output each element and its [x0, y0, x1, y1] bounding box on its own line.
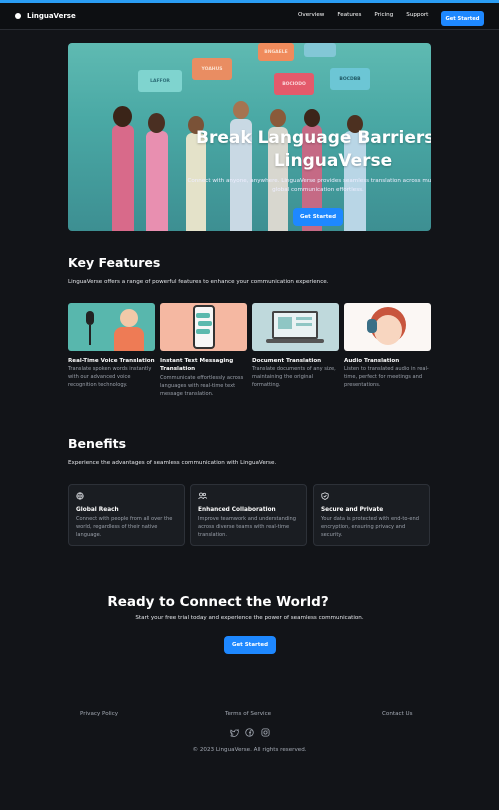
feature-title: Real-Time Voice Translation — [68, 358, 155, 364]
hero-person-head — [148, 113, 165, 133]
benefit-title: Global Reach — [76, 507, 119, 513]
benefit-desc: Your data is protected with end-to-end e… — [321, 516, 420, 538]
hero-bubble: BOCDBB — [330, 68, 370, 90]
headphones-icon — [367, 319, 377, 333]
benefit-title: Secure and Private — [321, 507, 384, 513]
hero-person-head — [304, 109, 320, 127]
feature-desc: Translate documents of any size, maintai… — [252, 366, 336, 389]
benefits-intro: Experience the advantages of seamless co… — [68, 460, 277, 466]
feature-desc: Listen to translated audio in real-time,… — [344, 366, 429, 389]
hero-bubble — [304, 43, 336, 57]
feature-card[interactable]: Real-Time Voice Translation Translate sp… — [68, 303, 155, 390]
feature-title: Instant Text Messaging Translation — [160, 358, 234, 373]
nav-overview[interactable]: Overview — [298, 12, 324, 18]
cta-subtitle: Start your free trial today and experien… — [135, 615, 364, 621]
facebook-icon[interactable] — [245, 728, 254, 737]
benefits-heading: Benefits — [68, 436, 127, 451]
hero-get-started-button[interactable]: Get Started — [293, 208, 343, 226]
hero-title-line: Break Language Barriers wit — [196, 128, 431, 148]
brand-name: LinguaVerse — [27, 12, 76, 20]
benefit-desc: Improve teamwork and understanding acros… — [198, 516, 296, 538]
feature-image-messaging — [160, 303, 247, 351]
nav-features[interactable]: Features — [337, 12, 361, 18]
feature-image-document — [252, 303, 339, 351]
main-nav: Overview Features Pricing Support — [298, 12, 441, 18]
footer-terms-link[interactable]: Terms of Service — [225, 711, 271, 717]
benefit-card: Enhanced Collaboration Improve teamwork … — [190, 484, 307, 546]
hero-person-head — [113, 106, 132, 127]
hero-subtitle: Connect with anyone, anywhere. LinguaVer… — [148, 177, 431, 195]
hero-person-head — [233, 101, 249, 119]
hero-bubble: BNGAELE — [258, 43, 294, 61]
nav-support[interactable]: Support — [406, 12, 428, 18]
site-header: LinguaVerse Overview Features Pricing Su… — [0, 3, 499, 30]
copyright-text: © 2023 LinguaVerse. All rights reserved. — [192, 747, 307, 753]
feature-title: Document Translation — [252, 358, 322, 364]
logo-icon — [15, 13, 21, 19]
hero-person-head — [270, 109, 286, 127]
features-intro: LinguaVerse offers a range of powerful f… — [68, 279, 329, 285]
cta-get-started-button[interactable]: Get Started — [224, 636, 276, 654]
benefit-desc: Connect with people from all over the wo… — [76, 516, 173, 538]
hero-bubble: BOCIODO — [274, 73, 314, 95]
benefit-card: Global Reach Connect with people from al… — [68, 484, 185, 546]
hero-banner: LAFFOR YOAHUS BNGAELE BOCIODO BOCDBB Bre… — [68, 43, 431, 231]
hero-bubble: LAFFOR — [138, 70, 182, 92]
footer-privacy-link[interactable]: Privacy Policy — [80, 711, 118, 717]
feature-card[interactable]: Document Translation Translate documents… — [252, 303, 339, 390]
feature-card[interactable]: Instant Text Messaging Translation Commu… — [160, 303, 247, 398]
hero-bubble: YOAHUS — [192, 58, 232, 80]
feature-image-voice — [68, 303, 155, 351]
brand-logo[interactable]: LinguaVerse — [15, 12, 76, 20]
feature-desc: Communicate effortlessly across language… — [160, 374, 244, 397]
cta-title: Ready to Connect the World? — [107, 594, 329, 610]
hero-title: Break Language Barriers wit LinguaVerse — [188, 127, 431, 173]
globe-icon — [76, 492, 177, 501]
benefit-title: Enhanced Collaboration — [198, 507, 276, 513]
footer-contact-link[interactable]: Contact Us — [382, 711, 413, 717]
hero-title-line: LinguaVerse — [273, 150, 393, 171]
feature-card[interactable]: Audio Translation Listen to translated a… — [344, 303, 431, 390]
feature-desc: Translate spoken words instantly with ou… — [68, 366, 152, 389]
header-get-started-button[interactable]: Get Started — [441, 11, 484, 26]
hero-subtitle-line: Connect with anyone, anywhere. LinguaVer… — [187, 178, 431, 184]
feature-title: Audio Translation — [344, 358, 400, 364]
users-icon — [198, 492, 299, 501]
hero-person — [112, 125, 134, 231]
feature-image-audio — [344, 303, 431, 351]
nav-pricing[interactable]: Pricing — [374, 12, 393, 18]
twitter-icon[interactable] — [230, 728, 239, 737]
hero-subtitle-line: global communication effortless. — [272, 186, 364, 193]
shield-icon — [321, 492, 422, 501]
benefit-card: Secure and Private Your data is protecte… — [313, 484, 430, 546]
microphone-icon — [86, 311, 94, 325]
instagram-icon[interactable] — [261, 728, 270, 737]
features-heading: Key Features — [68, 255, 161, 270]
phone-icon — [193, 305, 215, 349]
